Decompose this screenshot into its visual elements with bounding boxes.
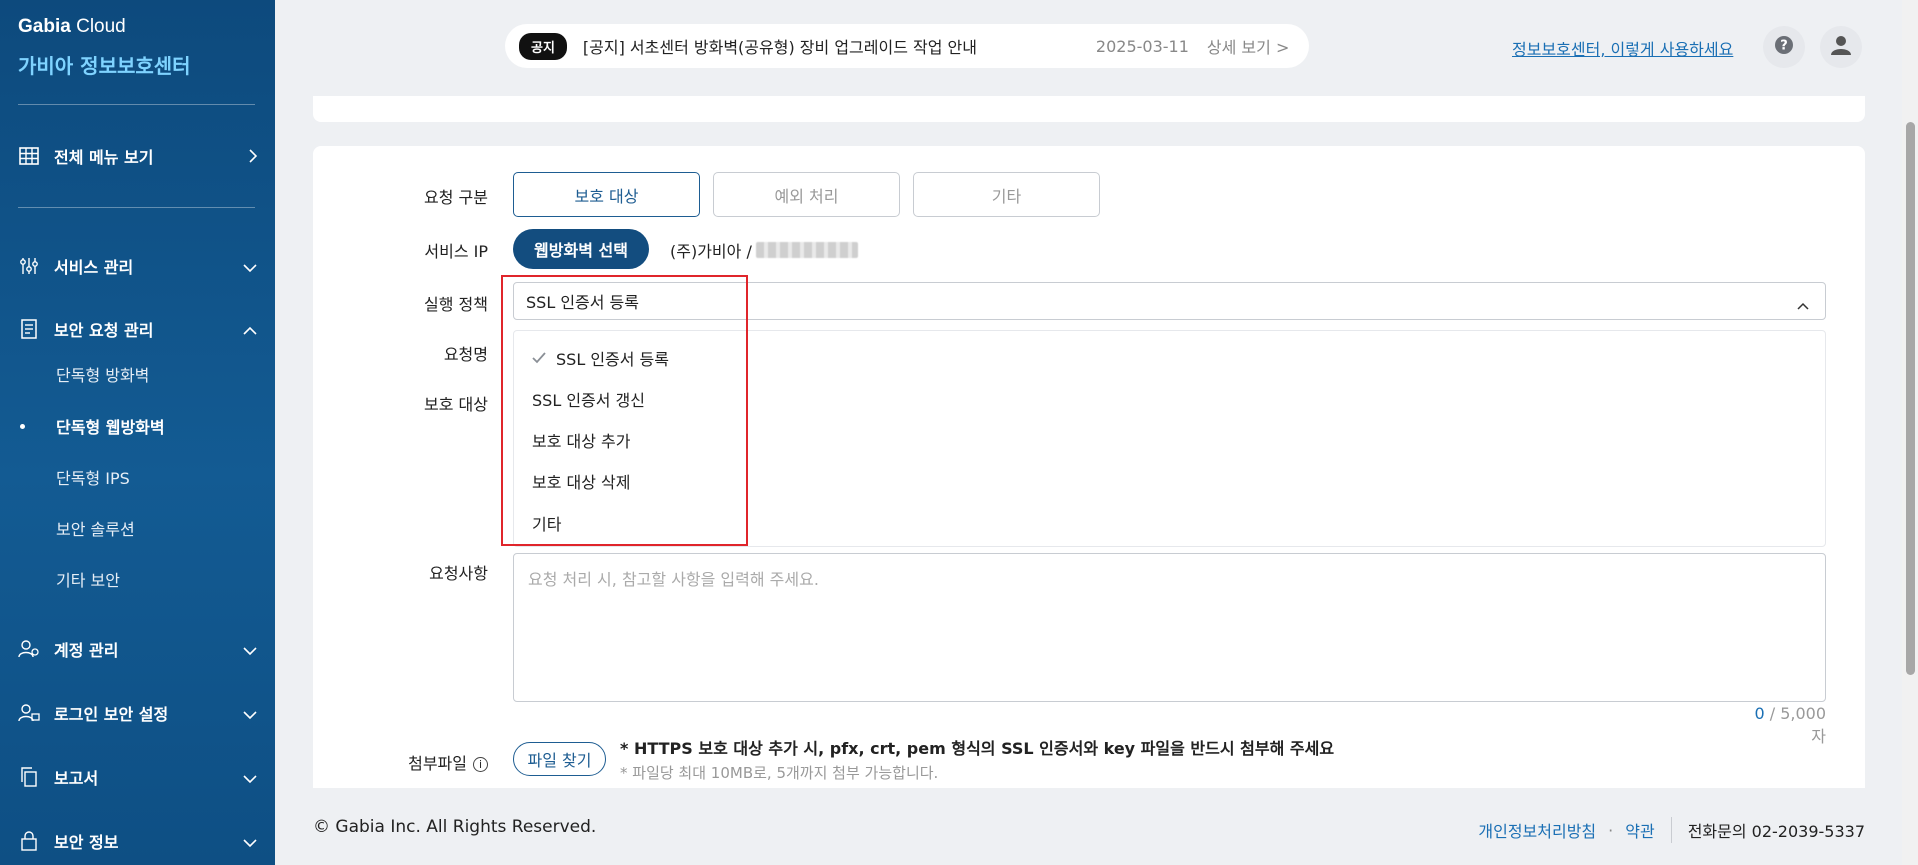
chevron-down-icon xyxy=(242,705,258,724)
sidebar-item-all-menu[interactable]: 전체 메뉴 보기 xyxy=(18,141,258,171)
char-counter: 0 / 5,000자 xyxy=(1740,704,1826,747)
sidebar-item-security-request[interactable]: 보안 요청 관리 xyxy=(18,314,258,344)
request-detail-placeholder: 요청 처리 시, 참고할 사항을 입력해 주세요. xyxy=(528,570,819,589)
notice-bar[interactable]: 공지 [공지] 서초센터 방화벽(공유형) 장비 업그레이드 작업 안내 202… xyxy=(505,24,1309,68)
char-max: / 5,000자 xyxy=(1764,704,1826,746)
sidebar-item-label: 로그인 보안 설정 xyxy=(54,705,169,724)
svg-text:?: ? xyxy=(1780,39,1788,54)
user-icon xyxy=(1830,34,1852,60)
terms-link[interactable]: 약관 xyxy=(1625,818,1654,842)
user-profile-button[interactable] xyxy=(1820,26,1862,68)
footer-divider xyxy=(1670,817,1672,843)
service-ip-value: (주)가비아 / xyxy=(670,238,858,262)
file-note-limit: * 파일당 최대 10MB로, 5개까지 첨부 가능합니다. xyxy=(620,764,939,782)
notice-text[interactable]: [공지] 서초센터 방화벽(공유형) 장비 업그레이드 작업 안내 xyxy=(583,34,1096,58)
footer-links: 개인정보처리방침 · 약관 전화문의 02-2039-5337 xyxy=(1478,817,1865,843)
request-type-other[interactable]: 기타 xyxy=(913,172,1100,217)
service-ip-label: 서비스 IP xyxy=(424,242,488,261)
sidebar-sub-waf[interactable]: 단독형 웹방화벽 xyxy=(56,414,165,438)
sidebar-item-label: 전체 메뉴 보기 xyxy=(54,148,154,167)
question-icon: ? xyxy=(1774,35,1794,59)
footer-separator: · xyxy=(1608,820,1614,840)
waf-select-button[interactable]: 웹방화벽 선택 xyxy=(513,229,649,269)
help-button[interactable]: ? xyxy=(1763,26,1805,68)
request-detail-label: 요청사항 xyxy=(429,564,488,583)
notice-date: 2025-03-11 xyxy=(1095,36,1189,56)
sidebar-item-label: 보고서 xyxy=(54,769,99,788)
sidebar-divider xyxy=(18,207,255,208)
request-name-label: 요청명 xyxy=(443,345,488,364)
notice-badge: 공지 xyxy=(519,32,567,60)
sliders-icon xyxy=(18,255,40,277)
file-note: * HTTPS 보호 대상 추가 시, pfx, crt, pem 형식의 SS… xyxy=(620,739,1335,758)
policy-label: 실행 정책 xyxy=(424,295,488,314)
brand-logo[interactable]: Gabia Cloud xyxy=(18,16,126,38)
sidebar-sub-solution[interactable]: 보안 솔루션 xyxy=(56,516,135,540)
chevron-down-icon xyxy=(242,641,258,660)
chevron-down-icon xyxy=(242,258,258,277)
help-guide-link[interactable]: 정보보호센터, 이렇게 사용하세요 xyxy=(1512,36,1733,60)
request-type-protect[interactable]: 보호 대상 xyxy=(513,172,700,217)
sidebar-item-label: 서비스 관리 xyxy=(54,258,134,277)
chevron-right-icon xyxy=(248,148,258,168)
protect-target-label: 보호 대상 xyxy=(424,395,488,414)
sidebar-item-login-security[interactable]: 로그인 보안 설정 xyxy=(18,698,258,728)
sidebar-sub-firewall[interactable]: 단독형 방화벽 xyxy=(56,362,149,386)
chevron-down-icon xyxy=(242,769,258,788)
sidebar-sub-ips[interactable]: 단독형 IPS xyxy=(56,465,130,489)
info-icon[interactable]: i xyxy=(473,757,488,772)
chevron-up-icon xyxy=(242,321,258,340)
sidebar: Gabia Cloud 가비아 정보보호센터 전체 메뉴 보기 서비스 관리 보… xyxy=(0,0,275,865)
footer-copyright: © Gabia Inc. All Rights Reserved. xyxy=(313,817,597,837)
lock-icon xyxy=(18,830,40,852)
panel-top xyxy=(313,96,1865,122)
chevron-up-icon xyxy=(1797,295,1809,314)
request-detail-textarea[interactable]: 요청 처리 시, 참고할 사항을 입력해 주세요. xyxy=(513,553,1826,702)
user-gear-icon xyxy=(18,638,40,660)
sidebar-item-security-info[interactable]: 보안 정보 xyxy=(18,826,258,856)
active-indicator-dot xyxy=(20,424,25,429)
file-browse-button[interactable]: 파일 찾기 xyxy=(513,742,606,776)
sidebar-item-label: 보안 요청 관리 xyxy=(54,321,154,340)
scrollbar[interactable] xyxy=(1902,0,1918,865)
sidebar-item-service-manage[interactable]: 서비스 관리 xyxy=(18,251,258,281)
sidebar-item-label: 보안 정보 xyxy=(54,833,119,852)
footer-phone: 전화문의 02-2039-5337 xyxy=(1687,822,1865,841)
sidebar-divider xyxy=(18,104,255,105)
privacy-link[interactable]: 개인정보처리방침 xyxy=(1478,818,1596,842)
grid-icon xyxy=(18,145,40,167)
copy-icon xyxy=(18,766,40,788)
brand-subtitle[interactable]: 가비아 정보보호센터 xyxy=(18,50,191,79)
ip-company-prefix: (주)가비아 / xyxy=(670,242,752,261)
ip-redacted xyxy=(755,242,858,258)
sidebar-item-report[interactable]: 보고서 xyxy=(18,762,258,792)
sidebar-item-account-manage[interactable]: 계정 관리 xyxy=(18,634,258,664)
request-type-label: 요청 구분 xyxy=(424,188,488,207)
chevron-down-icon xyxy=(242,833,258,852)
attach-label: 첨부파일 i xyxy=(378,750,488,774)
scrollbar-thumb[interactable] xyxy=(1906,122,1915,675)
user-lock-icon xyxy=(18,702,40,724)
char-count: 0 xyxy=(1754,704,1765,723)
document-icon xyxy=(18,318,40,340)
request-type-exception[interactable]: 예외 처리 xyxy=(713,172,900,217)
sidebar-sub-other[interactable]: 기타 보안 xyxy=(56,567,120,591)
highlight-box xyxy=(501,275,748,546)
notice-more-link[interactable]: 상세 보기 > xyxy=(1207,34,1289,58)
sidebar-item-label: 계정 관리 xyxy=(54,641,119,660)
